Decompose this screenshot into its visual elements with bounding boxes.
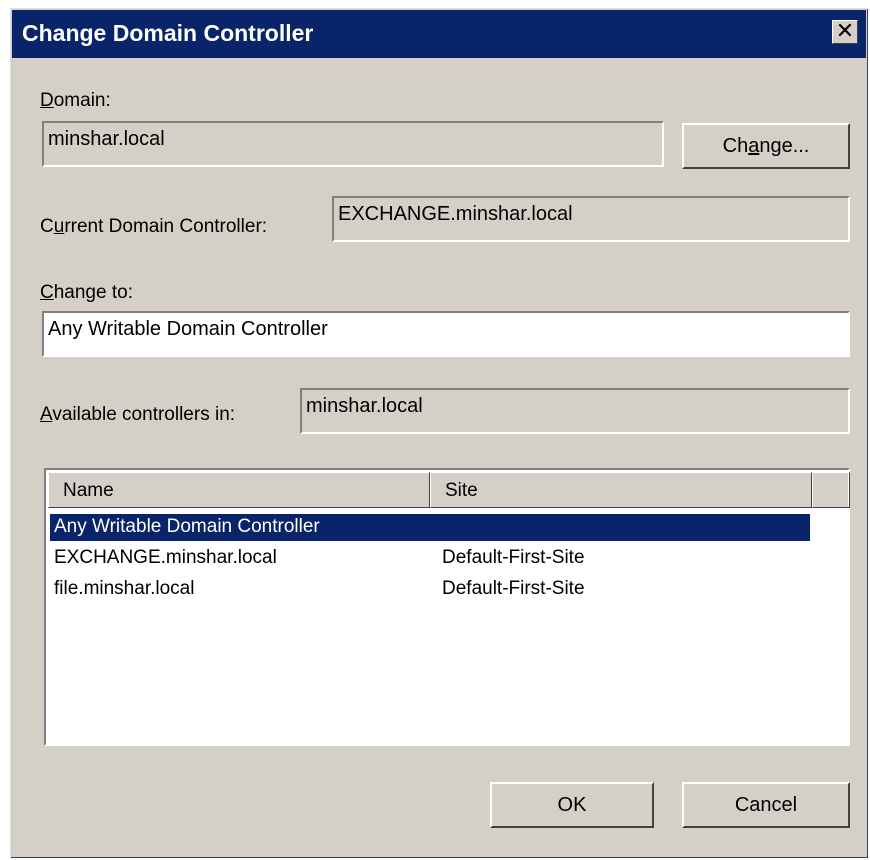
close-button[interactable]: ✕ — [832, 20, 858, 44]
domain-label: Domain: — [40, 90, 111, 112]
column-header-site[interactable]: Site — [430, 472, 812, 508]
close-icon: ✕ — [835, 19, 855, 44]
current-dc-label-b: rrent Domain Controller: — [64, 216, 268, 237]
list-item[interactable]: EXCHANGE.minshar.local Default-First-Site — [48, 543, 846, 574]
list-item[interactable]: Any Writable Domain Controller — [48, 512, 846, 543]
current-dc-field: EXCHANGE.minshar.local — [332, 196, 850, 242]
list-item-name: file.minshar.local — [54, 578, 195, 599]
available-in-label-mnemonic: A — [40, 404, 53, 425]
list-header: Name Site — [48, 472, 850, 508]
list-item[interactable]: file.minshar.local Default-First-Site — [48, 574, 846, 605]
domain-label-rest: omain: — [53, 90, 111, 111]
change-domain-button[interactable]: Change... — [682, 123, 850, 169]
domain-field: minshar.local — [42, 121, 664, 167]
change-domain-button-label: Change... — [723, 135, 810, 157]
change-button-text-b: nge... — [759, 135, 810, 157]
current-dc-label: Current Domain Controller: — [40, 216, 267, 238]
available-in-label: Available controllers in: — [40, 404, 235, 426]
list-item-site: Default-First-Site — [442, 547, 585, 568]
change-to-label-mnemonic: C — [40, 282, 54, 303]
domain-label-mnemonic: D — [40, 90, 54, 111]
change-dc-dialog: Change Domain Controller ✕ Domain: minsh… — [10, 8, 868, 858]
column-header-filler — [812, 472, 850, 508]
cancel-button[interactable]: Cancel — [682, 782, 850, 828]
list-item-name: Any Writable Domain Controller — [54, 516, 320, 537]
change-to-label: Change to: — [40, 282, 133, 304]
change-to-label-rest: hange to: — [53, 282, 133, 303]
change-button-mnemonic: a — [748, 135, 760, 157]
controllers-list[interactable]: Name Site Any Writable Domain Controller… — [44, 468, 850, 746]
list-rows: Any Writable Domain Controller EXCHANGE.m… — [48, 512, 846, 605]
list-item-name: EXCHANGE.minshar.local — [54, 547, 277, 568]
dialog-title: Change Domain Controller — [22, 20, 314, 46]
ok-button[interactable]: OK — [490, 782, 654, 828]
available-in-label-rest: vailable controllers in: — [52, 404, 236, 425]
available-in-field: minshar.local — [300, 388, 850, 434]
list-item-site: Default-First-Site — [442, 578, 585, 599]
change-button-text-a: Ch — [722, 135, 749, 157]
title-bar[interactable]: Change Domain Controller ✕ — [12, 10, 866, 58]
change-to-input[interactable]: Any Writable Domain Controller — [42, 311, 850, 357]
current-dc-label-mnemonic: u — [53, 216, 65, 237]
current-dc-label-a: C — [40, 216, 54, 237]
column-header-name[interactable]: Name — [48, 472, 430, 508]
